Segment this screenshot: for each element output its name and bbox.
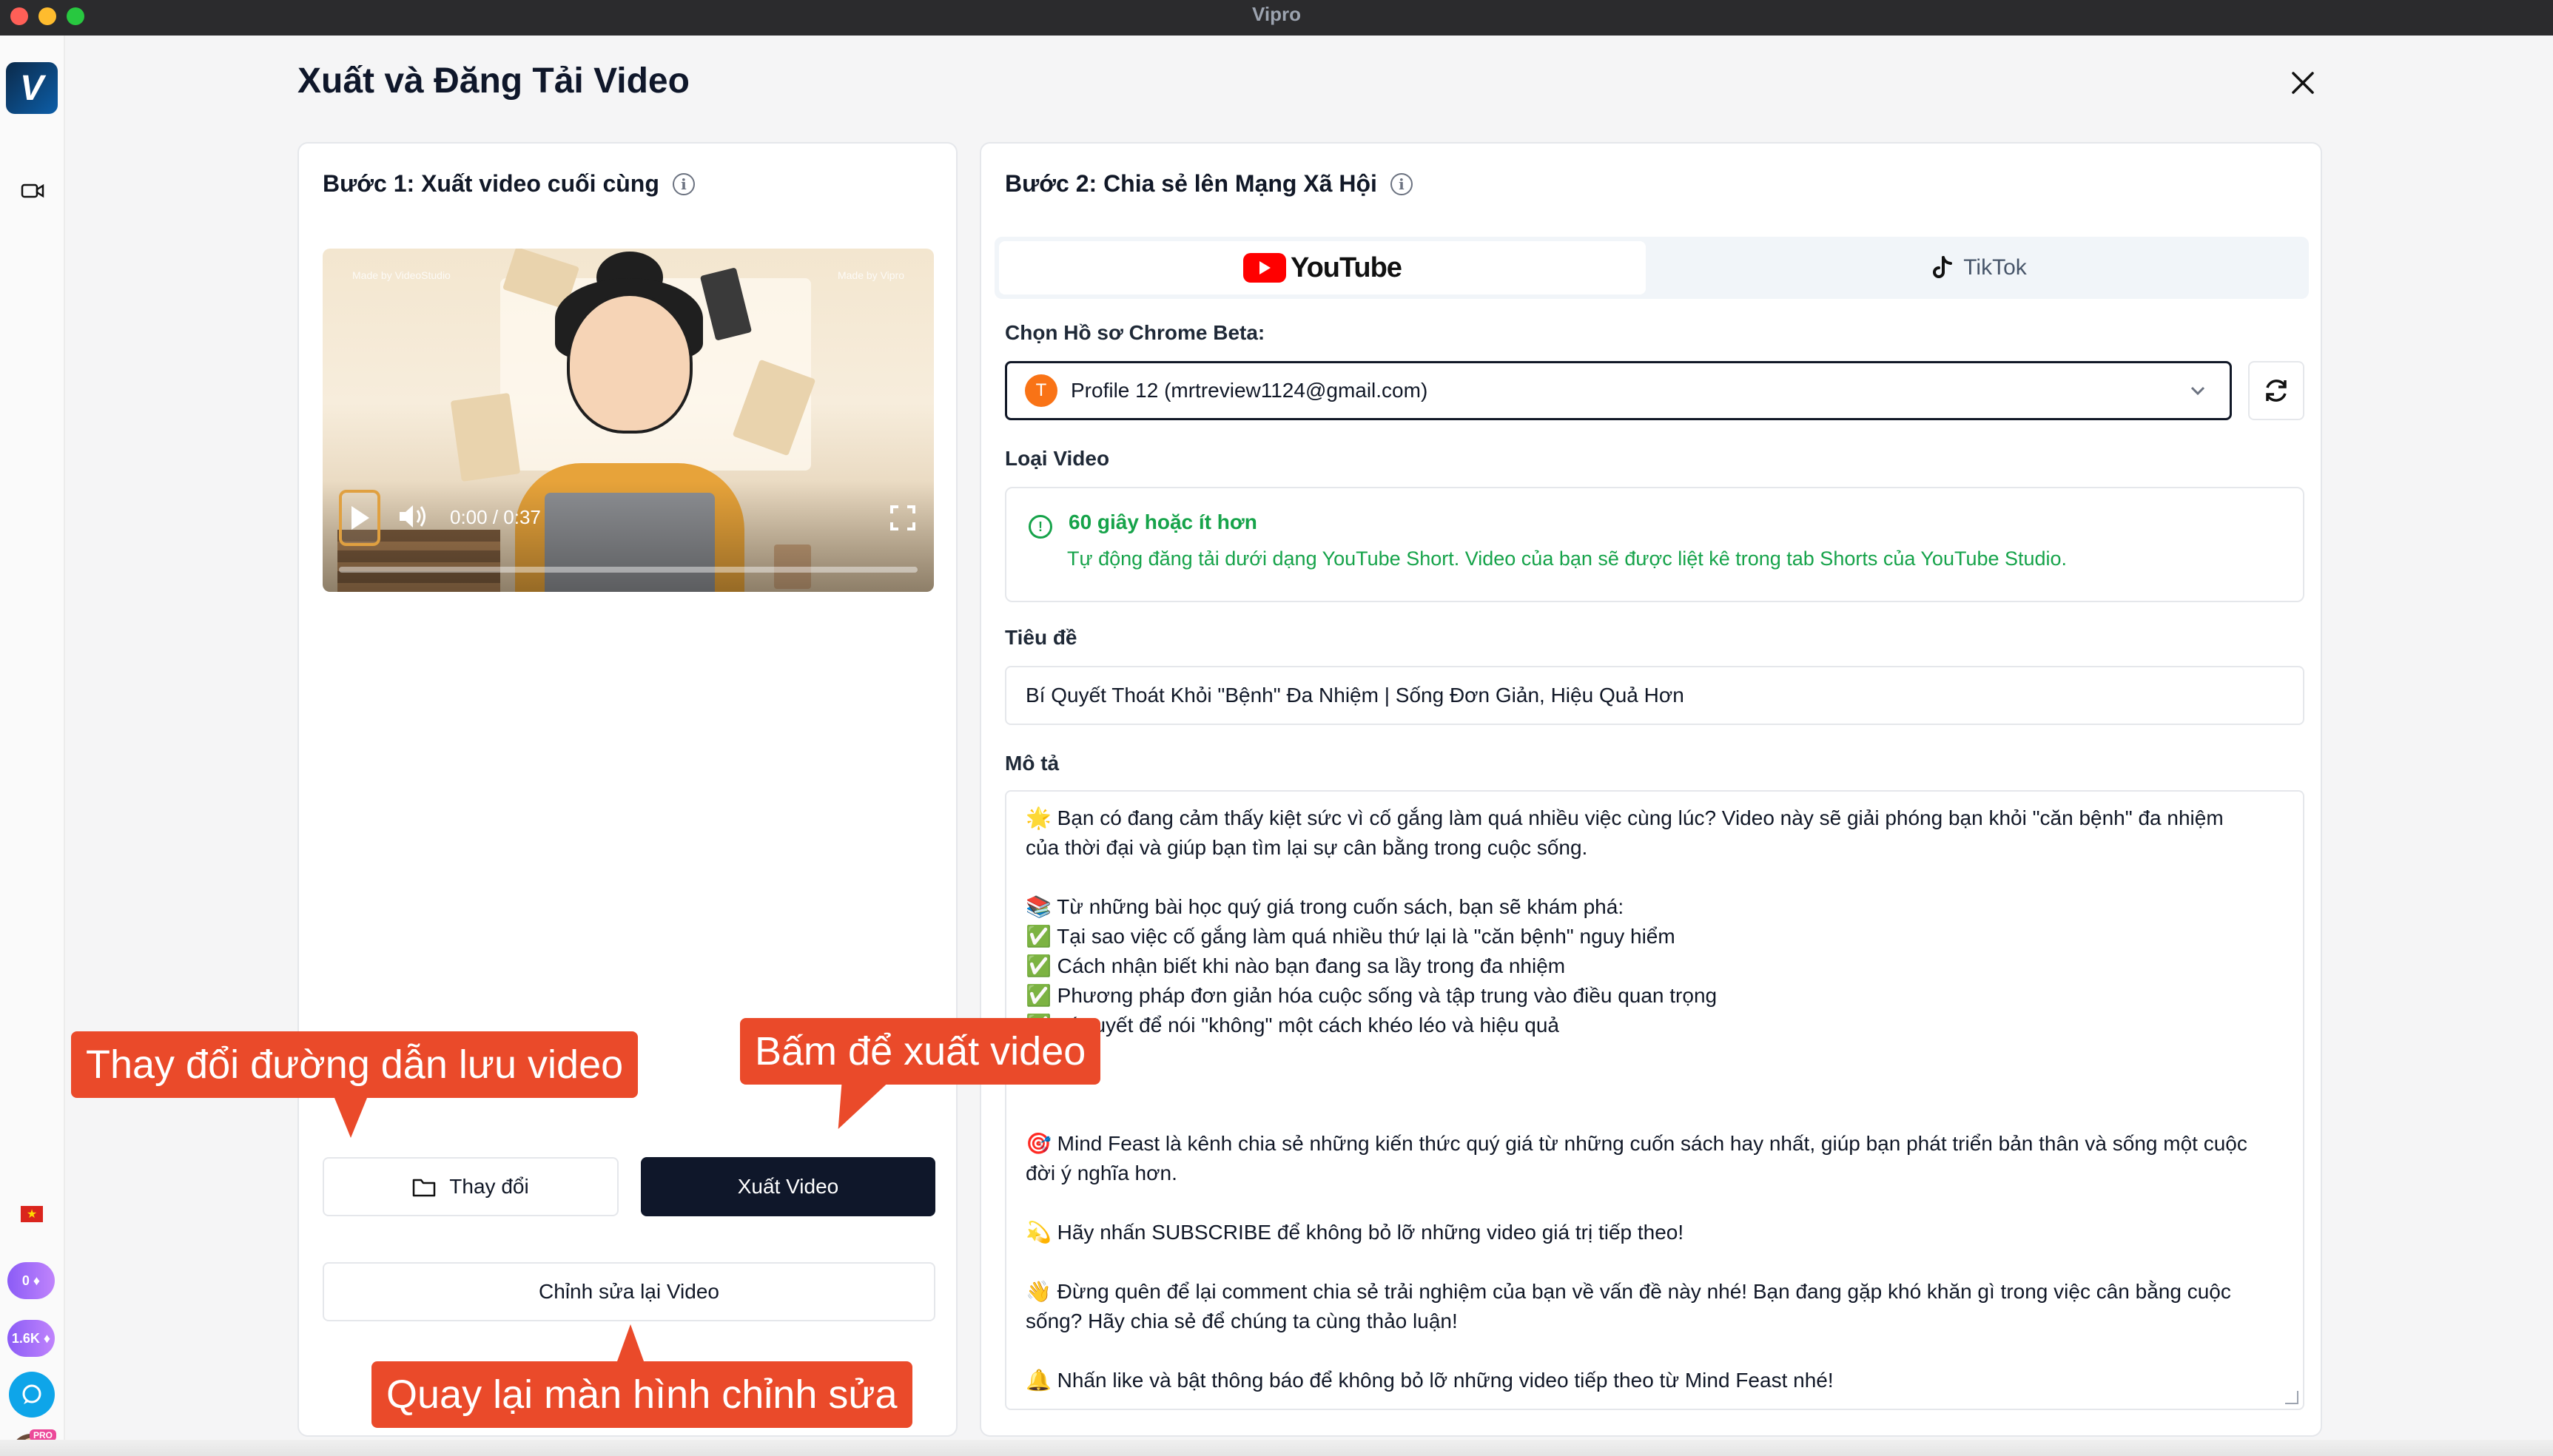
description-line: ✅ Cách nhận biết khi nào bạn đang sa lầy… xyxy=(1026,954,1566,977)
chat-button[interactable] xyxy=(9,1372,55,1418)
app-logo[interactable]: V xyxy=(6,62,58,114)
profile-select-value: Profile 12 (mrtreview1124@gmail.com) xyxy=(1071,379,1428,402)
description-line xyxy=(1026,1040,2284,1070)
description-line: 🌟 Bạn có đang cảm thấy kiệt sức vì cố gắ… xyxy=(1026,806,2224,829)
callout-back-to-edit: Quay lại màn hình chỉnh sửa xyxy=(371,1324,912,1428)
step1-heading-text: Bước 1: Xuất video cuối cùng xyxy=(323,170,659,197)
description-line xyxy=(1026,1247,2284,1277)
edit-video-button[interactable]: Chỉnh sửa lại Video xyxy=(323,1262,935,1321)
close-dialog-button[interactable] xyxy=(2282,62,2324,104)
description-line: ✅ Tại sao việc cố gắng làm quá nhiều thứ… xyxy=(1026,925,1675,948)
description-line: sống? Hãy chia sẻ để chúng ta cùng thảo … xyxy=(1026,1310,1458,1332)
video-time: 0:00 / 0:37 xyxy=(450,506,541,528)
description-line: 🎯 Mind Feast là kênh chia sẻ những kiến … xyxy=(1026,1132,2247,1155)
refresh-profiles-button[interactable] xyxy=(2248,361,2304,420)
page-title: Xuất và Đăng Tải Video xyxy=(297,61,690,101)
step2-heading-text: Bước 2: Chia sẻ lên Mạng Xã Hội xyxy=(1005,170,1377,197)
title-input[interactable]: Bí Quyết Thoát Khỏi "Bệnh" Đa Nhiệm | Số… xyxy=(1005,666,2304,725)
sidebar: V ★ 0 ♦ 1.6K ♦ PRO xyxy=(0,36,65,1456)
callout-back-to-edit-text: Quay lại màn hình chỉnh sửa xyxy=(386,1372,898,1417)
tab-tiktok-label: TikTok xyxy=(1963,255,2027,280)
character-face xyxy=(567,293,693,434)
info-circle-icon: ! xyxy=(1029,515,1052,539)
window-title: Vipro xyxy=(1252,3,1301,25)
description-label: Mô tả xyxy=(1005,752,1060,775)
step1-panel: Bước 1: Xuất video cuối cùng i Made by V… xyxy=(297,142,958,1437)
play-button[interactable] xyxy=(339,490,380,546)
tab-youtube-label: YouTube xyxy=(1291,252,1402,283)
resize-handle[interactable] xyxy=(2285,1391,2298,1404)
description-line xyxy=(1026,1336,2284,1366)
tiktok-icon xyxy=(1933,256,1953,278)
change-path-label: Thay đổi xyxy=(449,1175,529,1198)
diamond-icon: ♦ xyxy=(43,1330,51,1346)
profile-select[interactable]: T Profile 12 (mrtreview1124@gmail.com) xyxy=(1005,361,2232,420)
platform-tabs: YouTube TikTok xyxy=(995,237,2309,299)
description-line: 💫 Hãy nhấn SUBSCRIBE để không bỏ lỡ nhữn… xyxy=(1026,1221,1684,1244)
profile-avatar: T xyxy=(1025,374,1057,407)
callout-change-path-text: Thay đổi đường dẫn lưu video xyxy=(86,1042,624,1087)
info-icon[interactable]: i xyxy=(1390,172,1413,195)
step1-heading: Bước 1: Xuất video cuối cùng i xyxy=(323,170,695,198)
credits-badge-secondary[interactable]: 1.6K ♦ xyxy=(7,1320,55,1357)
description-line: ✅ Bí quyết để nói "không" một cách khéo … xyxy=(1026,1014,1559,1037)
youtube-play-icon xyxy=(1243,253,1287,283)
fullscreen-icon[interactable] xyxy=(889,505,916,531)
description-textarea[interactable]: 🌟 Bạn có đang cảm thấy kiệt sức vì cố gắ… xyxy=(1005,790,2304,1410)
close-icon xyxy=(2292,72,2314,94)
description-line: 📚 Từ những bài học quý giá trong cuốn sá… xyxy=(1026,895,1624,918)
tab-tiktok[interactable]: TikTok xyxy=(1655,241,2304,294)
description-line: 👋 Đừng quên để lại comment chia sẻ trải … xyxy=(1026,1280,2231,1303)
video-type-description: Tự động đăng tải dưới dạng YouTube Short… xyxy=(1067,547,2068,570)
callout-export: Bấm để xuất video xyxy=(740,1018,1101,1129)
video-preview[interactable]: Made by VideoStudio Made by Vipro 0:00 /… xyxy=(323,249,934,592)
video-type-title: 60 giây hoặc ít hơn xyxy=(1069,510,1257,533)
credits-value: 0 xyxy=(21,1273,30,1288)
step2-heading: Bước 2: Chia sẻ lên Mạng Xã Hội i xyxy=(1005,170,1413,198)
chat-bubble-icon xyxy=(22,1384,41,1404)
profile-label: Chọn Hồ sơ Chrome Beta: xyxy=(1005,321,1265,344)
window-titlebar: Vipro xyxy=(0,0,2553,36)
credits-badge[interactable]: 0 ♦ xyxy=(7,1262,55,1299)
description-line xyxy=(1026,1188,2284,1218)
watermark-right: Made by Vipro xyxy=(837,269,904,281)
description-text: 🌟 Bạn có đang cảm thấy kiệt sức vì cố gắ… xyxy=(1026,803,2284,1395)
chevron-down-icon xyxy=(2190,386,2205,396)
vietnam-flag-icon[interactable]: ★ xyxy=(21,1206,43,1222)
description-line: ✅ Phương pháp đơn giản hóa cuộc sống và … xyxy=(1026,984,1718,1007)
description-line: đời ý nghĩa hơn. xyxy=(1026,1162,1177,1184)
callout-export-text: Bấm để xuất video xyxy=(755,1029,1086,1074)
video-progress-track[interactable] xyxy=(339,567,918,573)
change-path-button[interactable]: Thay đổi xyxy=(323,1157,619,1216)
description-line: của thời đại và giúp bạn tìm lại sự cân … xyxy=(1026,836,1588,859)
watermark-left: Made by VideoStudio xyxy=(352,269,451,281)
video-camera-icon[interactable] xyxy=(16,175,49,207)
step2-panel: Bước 2: Chia sẻ lên Mạng Xã Hội i YouTub… xyxy=(980,142,2322,1437)
video-type-label: Loại Video xyxy=(1005,447,1110,470)
description-line xyxy=(1026,863,2284,892)
tab-youtube[interactable]: YouTube xyxy=(999,241,1646,294)
diamond-icon: ♦ xyxy=(33,1273,41,1288)
play-icon xyxy=(352,506,369,530)
folder-icon xyxy=(413,1179,436,1197)
description-line xyxy=(1026,1099,2284,1129)
export-video-button[interactable]: Xuất Video xyxy=(641,1157,935,1216)
info-icon[interactable]: i xyxy=(672,172,695,195)
refresh-icon xyxy=(2266,380,2287,402)
volume-icon[interactable] xyxy=(397,502,429,531)
youtube-logo: YouTube xyxy=(1243,252,1402,284)
title-label: Tiêu đề xyxy=(1005,626,1077,649)
description-line xyxy=(1026,1070,2284,1099)
credits-value-secondary: 1.6K xyxy=(11,1330,40,1346)
description-line: 🔔 Nhấn like và bật thông báo để không bỏ… xyxy=(1026,1369,1834,1392)
video-type-card[interactable]: ! 60 giây hoặc ít hơn Tự động đăng tải d… xyxy=(1005,487,2304,602)
callout-change-path: Thay đổi đường dẫn lưu video xyxy=(71,1031,639,1138)
floating-paper xyxy=(450,392,521,482)
